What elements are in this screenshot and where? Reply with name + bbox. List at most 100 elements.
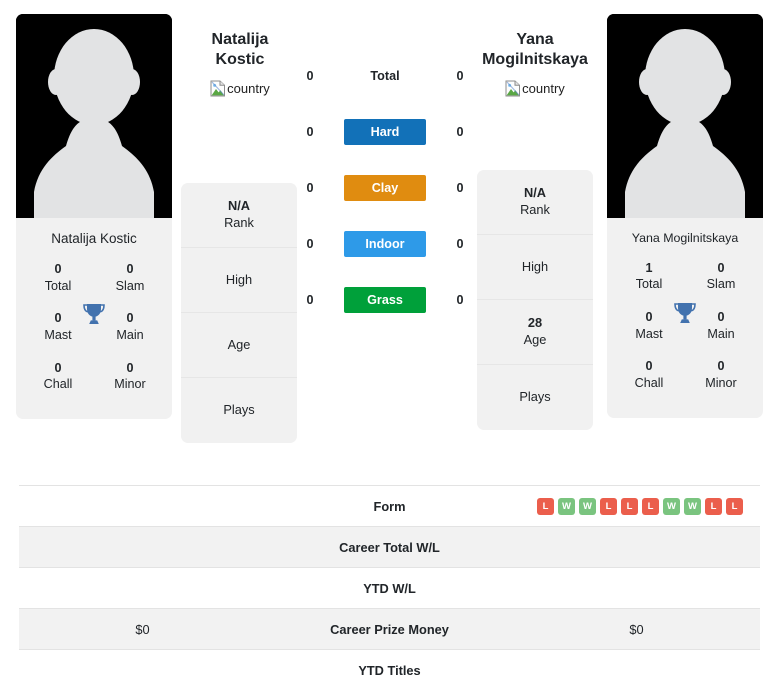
info-value: N/A [227, 198, 251, 214]
stat-value: 0 [54, 262, 62, 277]
stat-value: 0 [54, 360, 62, 375]
stat-value: 0 [645, 310, 653, 325]
stat-label: Chall [634, 375, 664, 390]
table-row-career-total: Career Total W/L [19, 526, 760, 568]
stat-value: 0 [717, 260, 725, 275]
stat-mast-right: 0 Mast [621, 309, 677, 342]
surface-left-value: 0 [306, 237, 314, 251]
country-flag-left: country [210, 80, 270, 97]
player-name-line-2: Mogilnitskaya [482, 51, 588, 69]
cell-right-ytd-titles [513, 650, 760, 691]
form-badge-strip: LWWLLLWWLL [513, 497, 760, 515]
surface-row-indoor: 0 Indoor 0 [300, 230, 470, 258]
player-name-line-2: Kostic [215, 51, 265, 69]
stat-label: Chall [43, 377, 73, 392]
stat-label: Slam [706, 277, 736, 292]
cell-label-ytd-wl: YTD W/L [363, 580, 416, 596]
player-name-line-1: Yana [516, 31, 554, 48]
player-card-left: Natalija Kostic 0 Total 0 Slam 0 Mast 0 … [16, 14, 172, 419]
player-avatar-right [607, 14, 763, 218]
info-high-right: High [477, 235, 593, 300]
form-badge-loss[interactable]: L [537, 497, 554, 515]
player-card-name-right: Yana Mogilnitskaya [631, 231, 739, 245]
surface-row-total: 0 Total 0 [300, 62, 470, 90]
stat-chall-left: 0 Chall [30, 360, 86, 393]
stat-value: 0 [126, 262, 134, 277]
player-card-name-left: Natalija Kostic [51, 231, 137, 246]
form-badge-win[interactable]: W [684, 497, 701, 515]
info-age-left: Age [181, 313, 297, 378]
cell-left-prize-money: $0 [135, 621, 150, 637]
player-comparison-page: Natalija Kostic 0 Total 0 Slam 0 Mast 0 … [0, 0, 779, 699]
cell-label-career-total: Career Total W/L [339, 539, 440, 555]
info-age-right: 28 Age [477, 300, 593, 365]
surface-right-value: 0 [456, 237, 464, 251]
form-badge-win[interactable]: W [558, 497, 575, 515]
surface-badge-hard[interactable]: Hard [344, 119, 426, 145]
player-name-line-1: Natalija [211, 31, 269, 48]
info-high-left: High [181, 248, 297, 313]
country-alt-text: country [227, 80, 270, 96]
info-label: Rank [224, 215, 254, 230]
country-flag-right: country [505, 80, 565, 97]
surface-badge-clay[interactable]: Clay [344, 175, 426, 201]
stat-main-right: 0 Main [693, 309, 749, 342]
form-badge-loss[interactable]: L [621, 497, 638, 515]
player-heading-left: Natalija Kostic country [165, 30, 315, 102]
stat-main-left: 0 Main [102, 310, 158, 343]
info-rank-right: N/A Rank [477, 170, 593, 235]
stat-value: 0 [126, 311, 134, 326]
cell-left-ytd-wl [19, 568, 266, 609]
form-badge-loss[interactable]: L [600, 497, 617, 515]
info-plays-left: Plays [181, 378, 297, 443]
stat-value: 0 [645, 359, 653, 374]
stat-slam-left: 0 Slam [102, 261, 158, 294]
surface-left-value: 0 [306, 181, 314, 195]
table-row-ytd-titles: YTD Titles [19, 649, 760, 691]
titles-row: 0 Chall 0 Minor [617, 354, 753, 403]
stat-label: Total [44, 278, 72, 293]
cell-left-ytd-titles [19, 650, 266, 691]
cell-right-ytd-wl [513, 568, 760, 609]
surface-comparison-column: 0 Total 0 0 Hard 0 0 Clay 0 0 Indoor 0 0… [300, 62, 470, 314]
broken-image-icon [505, 80, 521, 97]
info-label: Age [227, 336, 251, 352]
cell-left-career-total [19, 527, 266, 568]
surface-row-clay: 0 Clay 0 [300, 174, 470, 202]
titles-row: 0 Total 0 Slam [26, 257, 162, 306]
stat-label: Total [635, 277, 663, 292]
form-badge-loss[interactable]: L [705, 497, 722, 515]
stat-minor-right: 0 Minor [693, 358, 749, 391]
trophy-icon [83, 304, 105, 325]
titles-row: 1 Total 0 Slam [617, 256, 753, 305]
stat-value: 0 [717, 310, 725, 325]
form-badge-loss[interactable]: L [726, 497, 743, 515]
surface-right-value: 0 [456, 293, 464, 307]
titles-row: 0 Chall 0 Minor [26, 356, 162, 405]
form-badge-win[interactable]: W [579, 497, 596, 515]
surface-left-value: 0 [306, 125, 314, 139]
surface-left-value: 0 [306, 293, 314, 307]
surface-badge-indoor[interactable]: Indoor [344, 231, 426, 257]
stat-minor-left: 0 Minor [102, 360, 158, 393]
form-badge-win[interactable]: W [663, 497, 680, 515]
cell-right-prize-money: $0 [629, 621, 644, 637]
stat-label: Minor [705, 375, 737, 390]
info-label: Plays [223, 402, 255, 418]
info-label: High [225, 271, 253, 287]
surface-row-grass: 0 Grass 0 [300, 286, 470, 314]
trophy-icon [674, 302, 696, 323]
cell-label-form: Form [373, 498, 406, 514]
stat-mast-left: 0 Mast [30, 310, 86, 343]
comparison-table: Form LWWLLLWWLL Career Total W/L YTD W/L… [19, 485, 760, 691]
stat-label: Mast [44, 328, 72, 343]
stat-slam-right: 0 Slam [693, 260, 749, 293]
avatar-silhouette-icon [607, 14, 763, 218]
surface-right-value: 0 [456, 69, 464, 83]
surface-badge-grass[interactable]: Grass [344, 287, 426, 313]
form-badge-loss[interactable]: L [642, 497, 659, 515]
info-label: Plays [519, 389, 551, 405]
broken-image-icon [210, 80, 226, 97]
info-column-left: N/A Rank High Age Plays [181, 183, 297, 443]
info-label: High [521, 258, 549, 274]
